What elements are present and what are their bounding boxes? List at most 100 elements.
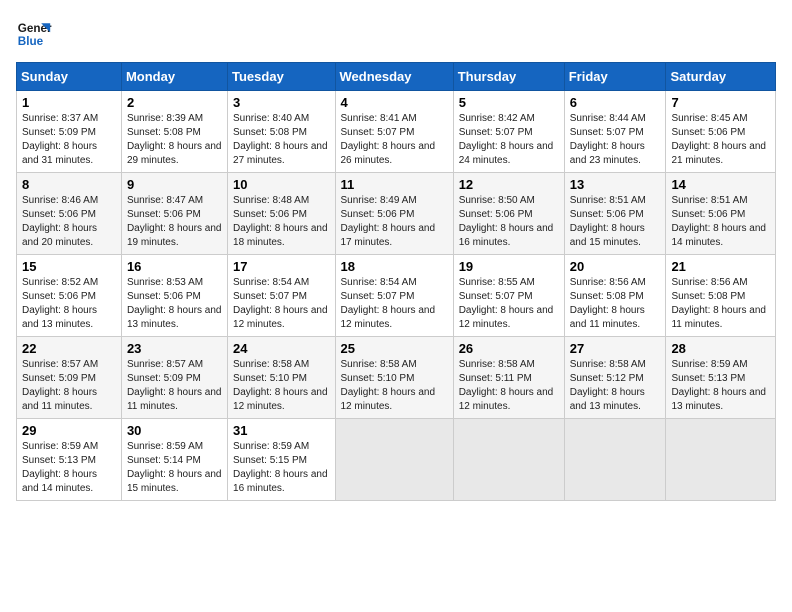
day-info: Sunrise: 8:58 AMSunset: 5:12 PMDaylight:… [570,358,661,414]
day-number: 3 [233,95,329,110]
day-info: Sunrise: 8:52 AMSunset: 5:06 PMDaylight:… [22,276,116,332]
day-number: 7 [671,95,770,110]
day-number: 16 [127,259,222,274]
svg-text:Blue: Blue [18,35,44,48]
calendar-cell: 4Sunrise: 8:41 AMSunset: 5:07 PMDaylight… [335,91,453,173]
day-number: 20 [570,259,661,274]
day-info: Sunrise: 8:42 AMSunset: 5:07 PMDaylight:… [459,112,559,168]
day-number: 30 [127,423,222,438]
calendar-cell: 25Sunrise: 8:58 AMSunset: 5:10 PMDayligh… [335,337,453,419]
day-number: 5 [459,95,559,110]
calendar-week-4: 22 Sunrise: 8:57 AMSunset: 5:09 PMDayligh… [17,337,776,419]
calendar-cell: 8 Sunrise: 8:46 AMSunset: 5:06 PMDaylight… [17,173,122,255]
day-info: Sunrise: 8:56 AMSunset: 5:08 PMDaylight:… [671,276,770,332]
calendar-cell: 14Sunrise: 8:51 AMSunset: 5:06 PMDayligh… [666,173,776,255]
calendar-week-5: 29 Sunrise: 8:59 AMSunset: 5:13 PMDayligh… [17,419,776,501]
day-number: 25 [341,341,448,356]
calendar-week-3: 15Sunrise: 8:52 AMSunset: 5:06 PMDayligh… [17,255,776,337]
day-info: Sunrise: 8:58 AMSunset: 5:11 PMDaylight:… [459,358,559,414]
calendar-cell: 10 Sunrise: 8:48 AMSunset: 5:06 PMDayligh… [228,173,335,255]
calendar-cell: 1 Sunrise: 8:37 AMSunset: 5:09 PMDaylight… [17,91,122,173]
calendar-cell: 12 Sunrise: 8:50 AMSunset: 5:06 PMDayligh… [453,173,564,255]
day-info: Sunrise: 8:59 AMSunset: 5:13 PMDaylight:… [22,440,116,496]
calendar-cell: 28 Sunrise: 8:59 AMSunset: 5:13 PMDayligh… [666,337,776,419]
day-number: 11 [341,177,448,192]
calendar-cell: 2 Sunrise: 8:39 AMSunset: 5:08 PMDaylight… [121,91,227,173]
weekday-header-sunday: Sunday [17,63,122,91]
day-info: Sunrise: 8:57 AMSunset: 5:09 PMDaylight:… [127,358,222,414]
calendar-cell: 20 Sunrise: 8:56 AMSunset: 5:08 PMDayligh… [564,255,666,337]
day-info: Sunrise: 8:44 AMSunset: 5:07 PMDaylight:… [570,112,661,168]
calendar-cell: 7 Sunrise: 8:45 AMSunset: 5:06 PMDaylight… [666,91,776,173]
calendar-cell: 26Sunrise: 8:58 AMSunset: 5:11 PMDayligh… [453,337,564,419]
day-number: 6 [570,95,661,110]
day-info: Sunrise: 8:51 AMSunset: 5:06 PMDaylight:… [671,194,770,250]
day-info: Sunrise: 8:59 AMSunset: 5:14 PMDaylight:… [127,440,222,496]
day-number: 2 [127,95,222,110]
day-number: 10 [233,177,329,192]
day-info: Sunrise: 8:57 AMSunset: 5:09 PMDaylight:… [22,358,116,414]
day-number: 31 [233,423,329,438]
day-number: 29 [22,423,116,438]
day-info: Sunrise: 8:48 AMSunset: 5:06 PMDaylight:… [233,194,329,250]
calendar-cell: 3 Sunrise: 8:40 AMSunset: 5:08 PMDaylight… [228,91,335,173]
day-number: 21 [671,259,770,274]
calendar-cell: 18Sunrise: 8:54 AMSunset: 5:07 PMDayligh… [335,255,453,337]
day-info: Sunrise: 8:58 AMSunset: 5:10 PMDaylight:… [233,358,329,414]
calendar-week-2: 8 Sunrise: 8:46 AMSunset: 5:06 PMDaylight… [17,173,776,255]
calendar-cell: 13Sunrise: 8:51 AMSunset: 5:06 PMDayligh… [564,173,666,255]
day-info: Sunrise: 8:59 AMSunset: 5:13 PMDaylight:… [671,358,770,414]
weekday-header-monday: Monday [121,63,227,91]
calendar-cell [666,419,776,501]
day-number: 9 [127,177,222,192]
day-info: Sunrise: 8:50 AMSunset: 5:06 PMDaylight:… [459,194,559,250]
logo-icon: General Blue [16,16,52,52]
calendar-cell: 27 Sunrise: 8:58 AMSunset: 5:12 PMDayligh… [564,337,666,419]
calendar-table: SundayMondayTuesdayWednesdayThursdayFrid… [16,62,776,501]
calendar-cell: 9 Sunrise: 8:47 AMSunset: 5:06 PMDaylight… [121,173,227,255]
day-number: 17 [233,259,329,274]
weekday-header-row: SundayMondayTuesdayWednesdayThursdayFrid… [17,63,776,91]
day-info: Sunrise: 8:56 AMSunset: 5:08 PMDaylight:… [570,276,661,332]
calendar-week-1: 1 Sunrise: 8:37 AMSunset: 5:09 PMDaylight… [17,91,776,173]
day-number: 24 [233,341,329,356]
calendar-cell [564,419,666,501]
day-number: 19 [459,259,559,274]
day-number: 27 [570,341,661,356]
weekday-header-thursday: Thursday [453,63,564,91]
day-info: Sunrise: 8:39 AMSunset: 5:08 PMDaylight:… [127,112,222,168]
day-info: Sunrise: 8:40 AMSunset: 5:08 PMDaylight:… [233,112,329,168]
day-info: Sunrise: 8:54 AMSunset: 5:07 PMDaylight:… [341,276,448,332]
weekday-header-saturday: Saturday [666,63,776,91]
calendar-cell: 23 Sunrise: 8:57 AMSunset: 5:09 PMDayligh… [121,337,227,419]
calendar-cell: 29 Sunrise: 8:59 AMSunset: 5:13 PMDayligh… [17,419,122,501]
day-info: Sunrise: 8:46 AMSunset: 5:06 PMDaylight:… [22,194,116,250]
day-info: Sunrise: 8:45 AMSunset: 5:06 PMDaylight:… [671,112,770,168]
logo: General Blue [16,16,52,52]
weekday-header-tuesday: Tuesday [228,63,335,91]
day-info: Sunrise: 8:59 AMSunset: 5:15 PMDaylight:… [233,440,329,496]
day-info: Sunrise: 8:54 AMSunset: 5:07 PMDaylight:… [233,276,329,332]
calendar-cell: 15Sunrise: 8:52 AMSunset: 5:06 PMDayligh… [17,255,122,337]
day-number: 8 [22,177,116,192]
calendar-cell: 16Sunrise: 8:53 AMSunset: 5:06 PMDayligh… [121,255,227,337]
page-header: General Blue [16,16,776,52]
day-number: 1 [22,95,116,110]
day-number: 22 [22,341,116,356]
calendar-cell [335,419,453,501]
day-number: 28 [671,341,770,356]
day-number: 13 [570,177,661,192]
calendar-cell: 17 Sunrise: 8:54 AMSunset: 5:07 PMDayligh… [228,255,335,337]
day-info: Sunrise: 8:47 AMSunset: 5:06 PMDaylight:… [127,194,222,250]
calendar-cell: 19 Sunrise: 8:55 AMSunset: 5:07 PMDayligh… [453,255,564,337]
day-number: 12 [459,177,559,192]
calendar-cell: 5 Sunrise: 8:42 AMSunset: 5:07 PMDaylight… [453,91,564,173]
calendar-cell: 22 Sunrise: 8:57 AMSunset: 5:09 PMDayligh… [17,337,122,419]
calendar-cell: 31 Sunrise: 8:59 AMSunset: 5:15 PMDayligh… [228,419,335,501]
day-info: Sunrise: 8:55 AMSunset: 5:07 PMDaylight:… [459,276,559,332]
calendar-cell: 30 Sunrise: 8:59 AMSunset: 5:14 PMDayligh… [121,419,227,501]
day-info: Sunrise: 8:37 AMSunset: 5:09 PMDaylight:… [22,112,116,168]
day-number: 23 [127,341,222,356]
calendar-cell: 6 Sunrise: 8:44 AMSunset: 5:07 PMDaylight… [564,91,666,173]
calendar-cell: 24 Sunrise: 8:58 AMSunset: 5:10 PMDayligh… [228,337,335,419]
